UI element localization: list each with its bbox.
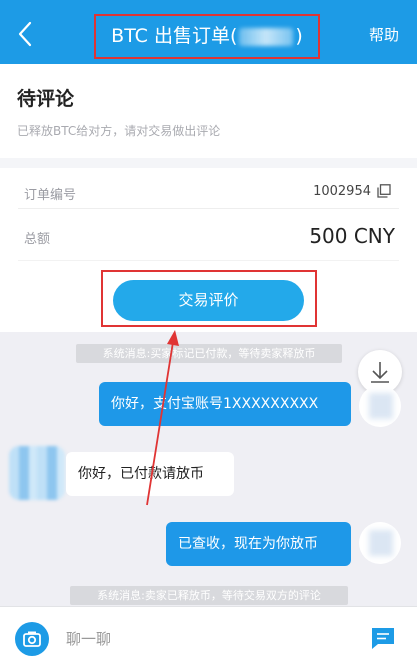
- message-icon[interactable]: [370, 626, 396, 650]
- camera-button[interactable]: [15, 622, 49, 656]
- annotation-arrow: [146, 330, 179, 506]
- camera-icon: [23, 631, 41, 647]
- chat-input[interactable]: [66, 626, 346, 652]
